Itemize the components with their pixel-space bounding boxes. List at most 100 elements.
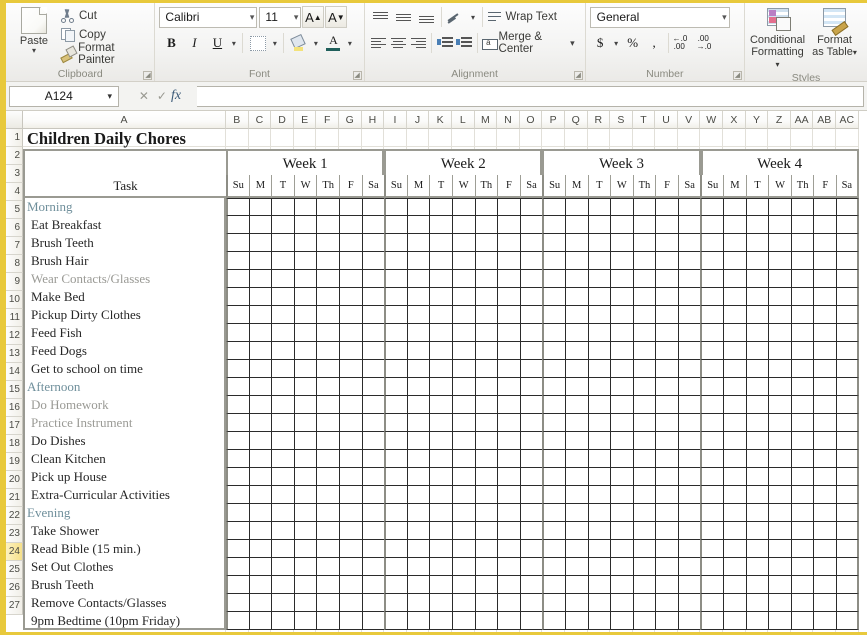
row-header-8[interactable]: 8 xyxy=(6,255,23,273)
checkbox-cell[interactable] xyxy=(451,198,475,216)
checkbox-cell[interactable] xyxy=(564,198,588,216)
checkbox-cell[interactable] xyxy=(384,414,407,432)
checkbox-cell[interactable] xyxy=(700,414,724,432)
checkbox-cell[interactable] xyxy=(655,504,678,522)
checkbox-cell[interactable] xyxy=(226,396,249,414)
checkbox-cell[interactable] xyxy=(677,486,701,504)
checkbox-cell[interactable] xyxy=(474,216,498,234)
checkbox-cell[interactable] xyxy=(813,288,837,306)
checkbox-cell[interactable] xyxy=(677,450,701,468)
row-header-16[interactable]: 16 xyxy=(6,399,23,417)
checkbox-cell[interactable] xyxy=(497,468,520,486)
column-header-h[interactable]: H xyxy=(361,111,385,129)
checkbox-cell[interactable] xyxy=(451,306,475,324)
checkbox-cell[interactable] xyxy=(836,432,859,450)
task-label-cell[interactable]: Do Homework xyxy=(23,396,226,414)
row-header-21[interactable]: 21 xyxy=(6,489,23,507)
checkbox-cell[interactable] xyxy=(519,612,543,630)
checkbox-cell[interactable] xyxy=(384,288,407,306)
checkbox-cell[interactable] xyxy=(745,594,769,612)
column-header-ac[interactable]: AC xyxy=(836,111,859,129)
checkbox-cell[interactable] xyxy=(406,198,430,216)
checkbox-cell[interactable] xyxy=(790,198,814,216)
chevron-down-icon[interactable]: ▾ xyxy=(775,60,779,69)
row-header-24[interactable]: 24 xyxy=(6,543,23,561)
checkbox-cell[interactable] xyxy=(429,306,452,324)
checkbox-cell[interactable] xyxy=(316,342,339,360)
checkbox-cell[interactable] xyxy=(677,270,701,288)
checkbox-cell[interactable] xyxy=(677,198,701,216)
checkbox-cell[interactable] xyxy=(723,558,746,576)
checkbox-cell[interactable] xyxy=(271,342,294,360)
checkbox-cell[interactable] xyxy=(451,396,475,414)
task-label-cell[interactable]: Feed Fish xyxy=(23,324,226,342)
checkbox-cell[interactable] xyxy=(813,558,837,576)
checkbox-cell[interactable] xyxy=(474,504,498,522)
checkbox-cell[interactable] xyxy=(248,198,272,216)
checkbox-cell[interactable] xyxy=(632,486,656,504)
checkbox-cell[interactable] xyxy=(384,342,407,360)
task-label-cell[interactable]: Evening xyxy=(23,504,226,522)
checkbox-cell[interactable] xyxy=(632,414,656,432)
column-header-j[interactable]: J xyxy=(406,111,430,129)
checkbox-cell[interactable] xyxy=(338,450,362,468)
checkbox-cell[interactable] xyxy=(429,540,452,558)
checkbox-cell[interactable] xyxy=(790,306,814,324)
checkbox-cell[interactable] xyxy=(451,288,475,306)
row-header-6[interactable]: 6 xyxy=(6,219,23,237)
checkbox-cell[interactable] xyxy=(226,558,249,576)
row-header-14[interactable]: 14 xyxy=(6,363,23,381)
checkbox-cell[interactable] xyxy=(497,396,520,414)
checkbox-cell[interactable] xyxy=(745,378,769,396)
checkbox-cell[interactable] xyxy=(564,270,588,288)
checkbox-cell[interactable] xyxy=(813,504,837,522)
task-label-cell[interactable]: Get to school on time xyxy=(23,360,226,378)
bold-button[interactable]: B xyxy=(160,32,182,54)
checkbox-cell[interactable] xyxy=(497,252,520,270)
checkbox-cell[interactable] xyxy=(813,360,837,378)
checkbox-cell[interactable] xyxy=(497,324,520,342)
checkbox-cell[interactable] xyxy=(429,288,452,306)
align-center-button[interactable] xyxy=(388,32,408,54)
checkbox-cell[interactable] xyxy=(768,324,791,342)
checkbox-cell[interactable] xyxy=(451,414,475,432)
checkbox-cell[interactable] xyxy=(361,486,385,504)
checkbox-cell[interactable] xyxy=(790,594,814,612)
checkbox-cell[interactable] xyxy=(248,576,272,594)
checkbox-cell[interactable] xyxy=(813,486,837,504)
column-header-o[interactable]: O xyxy=(519,111,543,129)
checkbox-cell[interactable] xyxy=(564,396,588,414)
checkbox-cell[interactable] xyxy=(384,450,407,468)
checkbox-cell[interactable] xyxy=(384,378,407,396)
checkbox-cell[interactable] xyxy=(248,450,272,468)
checkbox-cell[interactable] xyxy=(293,468,317,486)
cell-grid[interactable]: Children Daily Chores Week 1 Week 2 Week 3W… xyxy=(23,129,867,632)
font-color-button[interactable]: A xyxy=(322,32,344,54)
checkbox-cell[interactable] xyxy=(338,216,362,234)
checkbox-cell[interactable] xyxy=(542,234,565,252)
checkbox-cell[interactable] xyxy=(497,594,520,612)
checkbox-cell[interactable] xyxy=(474,522,498,540)
checkbox-cell[interactable] xyxy=(836,288,859,306)
checkbox-cell[interactable] xyxy=(293,576,317,594)
checkbox-cell[interactable] xyxy=(226,270,249,288)
row-header-1[interactable]: 1 xyxy=(6,129,23,147)
checkbox-cell[interactable] xyxy=(248,612,272,630)
checkbox-cell[interactable] xyxy=(293,396,317,414)
checkbox-cell[interactable] xyxy=(429,342,452,360)
checkbox-cell[interactable] xyxy=(745,270,769,288)
checkbox-cell[interactable] xyxy=(406,576,430,594)
checkbox-cell[interactable] xyxy=(497,378,520,396)
checkbox-cell[interactable] xyxy=(226,216,249,234)
checkbox-cell[interactable] xyxy=(519,396,543,414)
checkbox-cell[interactable] xyxy=(813,378,837,396)
checkbox-cell[interactable] xyxy=(610,234,633,252)
checkbox-cell[interactable] xyxy=(655,252,678,270)
column-header-l[interactable]: L xyxy=(451,111,475,129)
checkbox-cell[interactable] xyxy=(768,432,791,450)
align-left-button[interactable] xyxy=(369,32,389,54)
checkbox-cell[interactable] xyxy=(361,378,385,396)
checkbox-cell[interactable] xyxy=(271,198,294,216)
checkbox-cell[interactable] xyxy=(768,270,791,288)
underline-button[interactable]: U xyxy=(206,32,228,54)
